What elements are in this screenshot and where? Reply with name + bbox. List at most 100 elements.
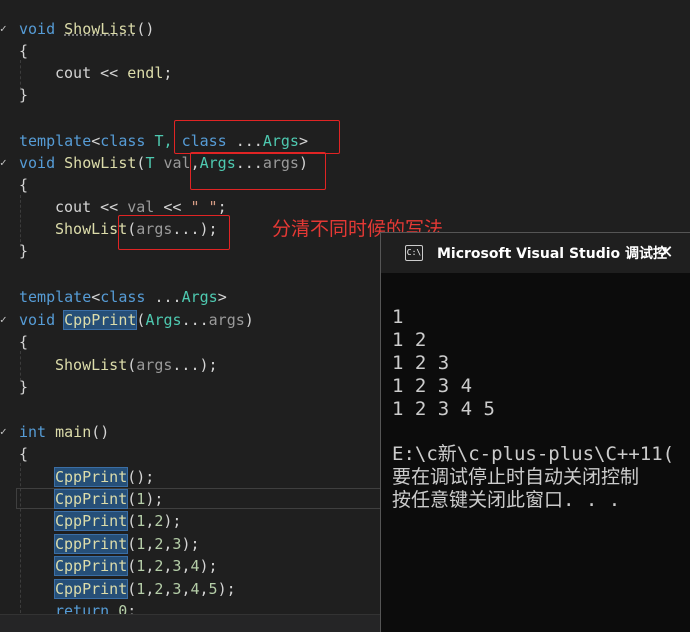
punctuation: (): [136, 20, 155, 38]
number-literal: 1: [136, 580, 146, 598]
code-line[interactable]: {: [19, 40, 28, 62]
fold-chevron-icon[interactable]: ✓: [0, 313, 10, 327]
parameter: args: [208, 311, 245, 329]
punctuation: ...: [181, 311, 209, 329]
code-line[interactable]: CppPrint(1,2,3);: [53, 533, 200, 555]
code-line[interactable]: void CppPrint(Args...args): [19, 309, 254, 331]
punctuation: ;: [217, 198, 227, 216]
punctuation: ,: [145, 535, 155, 553]
code-line[interactable]: }: [19, 84, 28, 106]
code-line[interactable]: CppPrint(1);: [53, 488, 163, 510]
number-literal: 4: [190, 557, 200, 575]
number-literal: 1: [136, 557, 146, 575]
number-literal: 1: [136, 535, 146, 553]
fold-chevron-icon[interactable]: ✓: [0, 425, 10, 439]
function-name[interactable]: ShowList: [55, 220, 127, 238]
function-name[interactable]: CppPrint: [53, 534, 129, 554]
function-name[interactable]: ShowList: [55, 356, 127, 374]
parameter: args: [136, 356, 173, 374]
punctuation: (: [127, 557, 137, 575]
keyword: template: [19, 288, 92, 306]
type-param: Args: [145, 311, 182, 329]
brace: {: [19, 42, 29, 60]
punctuation: <: [91, 132, 101, 150]
code-line[interactable]: template<class ...Args>: [19, 286, 227, 308]
indent-guide: [20, 463, 21, 613]
fold-chevron-icon[interactable]: ✓: [0, 22, 10, 36]
number-literal: 1: [136, 512, 146, 530]
function-name[interactable]: CppPrint: [53, 556, 129, 576]
code-line[interactable]: {: [19, 443, 28, 465]
punctuation: (: [127, 535, 137, 553]
annotation-box: [118, 215, 230, 250]
function-name[interactable]: CppPrint: [53, 511, 129, 531]
code-line[interactable]: {: [19, 174, 28, 196]
punctuation: ;: [163, 64, 173, 82]
punctuation: ;: [127, 602, 137, 614]
identifier: cout: [55, 198, 92, 216]
punctuation: );: [181, 535, 200, 553]
keyword: template: [19, 132, 92, 150]
code-line[interactable]: }: [19, 376, 28, 398]
function-name[interactable]: ShowList: [64, 20, 136, 38]
console-title: Microsoft Visual Studio 调试控: [437, 246, 668, 262]
punctuation: ,: [199, 580, 209, 598]
code-line[interactable]: CppPrint(1,2,3,4);: [53, 555, 218, 577]
keyword: void: [19, 311, 56, 329]
code-line[interactable]: int main(): [19, 421, 109, 443]
number-literal: 0: [118, 602, 128, 614]
keyword: void: [19, 20, 56, 38]
code-line[interactable]: {: [19, 331, 28, 353]
function-name[interactable]: CppPrint: [63, 310, 138, 330]
number-literal: 1: [136, 490, 146, 508]
code-line[interactable]: CppPrint();: [53, 466, 155, 488]
keyword: int: [19, 423, 47, 441]
function-name[interactable]: CppPrint: [53, 467, 129, 487]
horizontal-scrollbar[interactable]: [0, 614, 380, 632]
console-title-bar[interactable]: C:\ Microsoft Visual Studio 调试控 ✕: [381, 233, 690, 273]
punctuation: <: [91, 288, 101, 306]
keyword: class: [100, 288, 146, 306]
number-literal: 5: [208, 580, 218, 598]
code-line[interactable]: void ShowList(): [19, 18, 154, 40]
function-name[interactable]: ShowList: [64, 154, 136, 172]
punctuation: (: [127, 356, 137, 374]
punctuation: ...);: [172, 356, 218, 374]
code-line[interactable]: return 0;: [55, 600, 136, 614]
console-output-line: 按任意键关闭此窗口. . .: [392, 489, 621, 511]
debug-console-window[interactable]: C:\ Microsoft Visual Studio 调试控 ✕ 1 1 2 …: [380, 232, 690, 632]
punctuation: );: [199, 557, 218, 575]
code-line[interactable]: ShowList(args...);: [55, 354, 218, 376]
annotation-box: [174, 120, 340, 154]
punctuation: (: [127, 512, 137, 530]
punctuation: (: [127, 490, 137, 508]
console-output-line: 1: [392, 306, 404, 328]
code-line[interactable]: CppPrint(1,2,3,4,5);: [53, 578, 236, 600]
punctuation: ();: [127, 468, 155, 486]
keyword: class: [100, 132, 146, 150]
console-output-line: 要在调试停止时自动关闭控制: [392, 466, 640, 488]
code-line[interactable]: }: [19, 240, 28, 262]
function-name[interactable]: CppPrint: [53, 489, 129, 509]
fold-chevron-icon[interactable]: ✓: [0, 156, 10, 170]
punctuation: (): [91, 423, 110, 441]
punctuation: >: [217, 288, 227, 306]
punctuation: ,: [145, 557, 155, 575]
code-line[interactable]: CppPrint(1,2);: [53, 510, 181, 532]
code-line[interactable]: cout << endl;: [55, 62, 172, 84]
identifier: cout: [55, 64, 92, 82]
type-param: Args: [181, 288, 218, 306]
function-name[interactable]: main: [55, 423, 91, 441]
function-name[interactable]: CppPrint: [53, 579, 129, 599]
close-icon[interactable]: ✕: [651, 239, 681, 267]
number-literal: 4: [190, 580, 200, 598]
brace: }: [19, 378, 29, 396]
brace: {: [19, 445, 29, 463]
operator: <<: [91, 64, 128, 82]
console-output-line: E:\c新\c-plus-plus\C++11(: [392, 443, 675, 465]
